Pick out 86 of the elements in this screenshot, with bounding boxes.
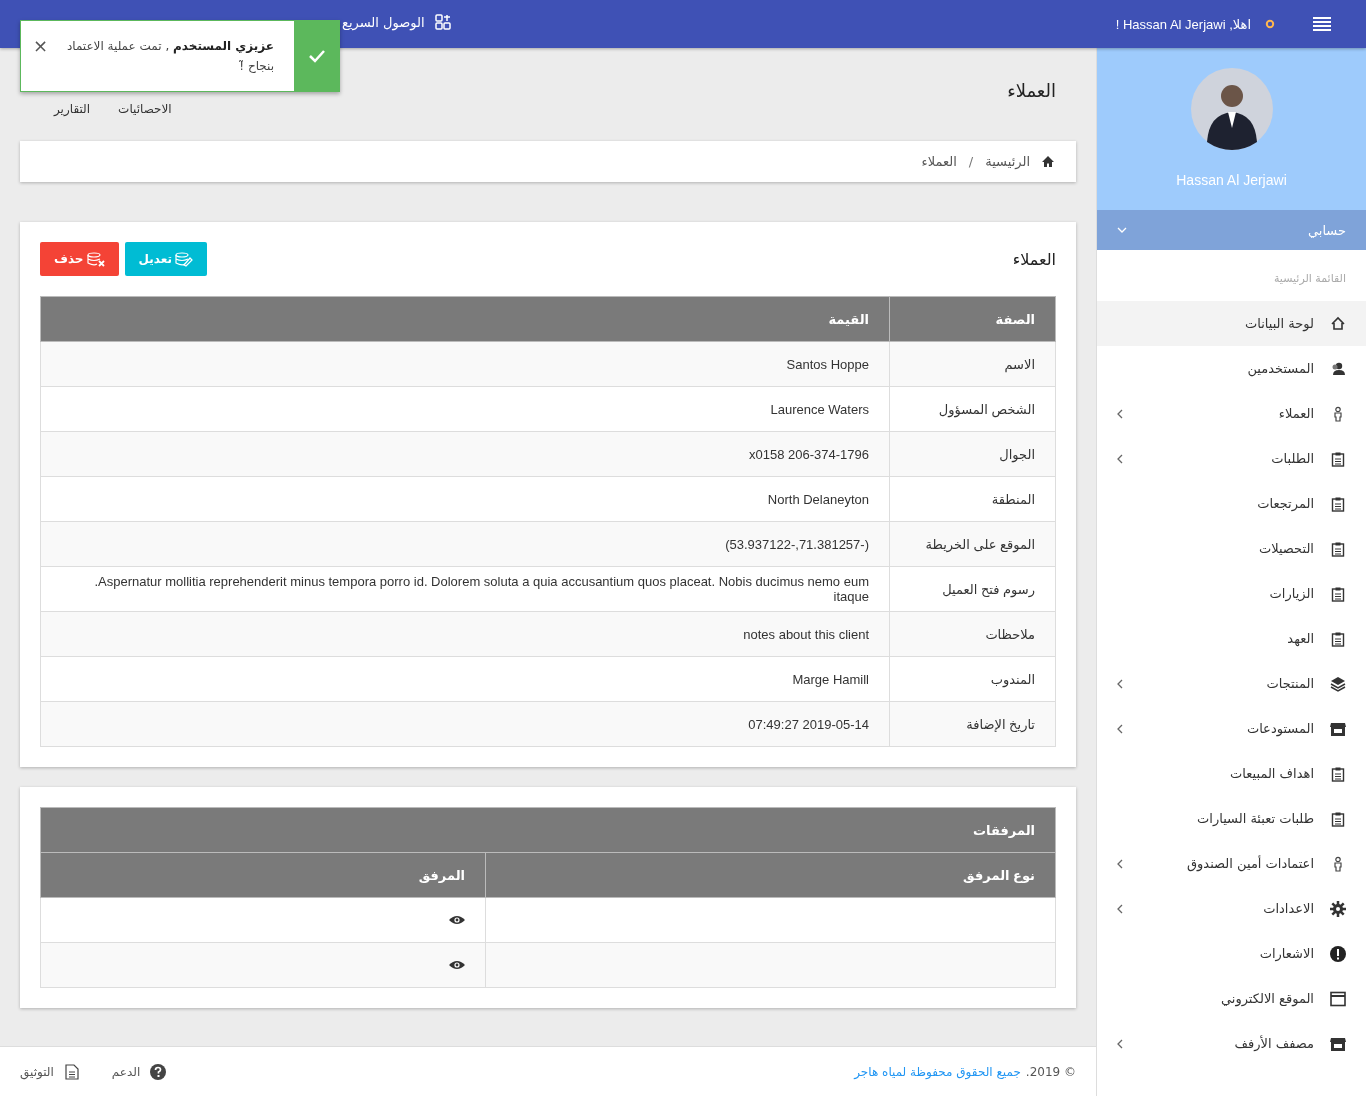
delete-button[interactable]: حذف	[40, 242, 119, 276]
clipboard-icon	[1330, 495, 1346, 512]
home-icon	[1042, 156, 1054, 167]
column-header: القيمة	[40, 296, 890, 342]
sidebar-item[interactable]: العملاء	[1097, 391, 1366, 436]
sidebar-item[interactable]: اعتمادات أمين الصندوق	[1097, 841, 1366, 886]
sidebar-item[interactable]: مصفف الأرفف	[1097, 1021, 1366, 1066]
sidebar-item[interactable]: التحصيلات	[1097, 526, 1366, 571]
table-cell: المنطقة	[889, 476, 1056, 522]
table-cell: الاسم	[889, 341, 1056, 387]
view-button[interactable]	[449, 959, 465, 970]
edit-icon	[174, 251, 193, 267]
tab[interactable]: التقارير	[54, 102, 91, 116]
sidebar-item[interactable]: الزيارات	[1097, 571, 1366, 616]
menu-icon	[1313, 16, 1331, 32]
sidebar-item[interactable]: الموقع الالكتروني	[1097, 976, 1366, 1021]
sidebar-item[interactable]: اهداف المبيعات	[1097, 751, 1366, 796]
clipboard-icon	[1330, 810, 1346, 827]
sidebar-item[interactable]: الاشعارات	[1097, 931, 1366, 976]
clipboard-icon	[1330, 540, 1346, 557]
gear-icon	[1330, 900, 1346, 917]
view-button[interactable]	[449, 914, 465, 925]
table-cell: ملاحظات	[889, 611, 1056, 657]
menu-section-label: القائمة الرئيسية	[1272, 271, 1347, 287]
table-cell: x0158 206-374-1796	[40, 431, 890, 477]
sidebar-item[interactable]: المنتجات	[1097, 661, 1366, 706]
sidebar-item[interactable]: الطلبات	[1097, 436, 1366, 481]
tab[interactable]: الاحصائيات	[118, 102, 172, 116]
table-cell: الشخص المسؤول	[889, 386, 1056, 432]
column-header: نوع المرفق	[485, 852, 1056, 898]
store-icon	[1330, 720, 1346, 737]
copyright-text: © 2019.	[1025, 1064, 1076, 1079]
column-header: المرفق	[40, 852, 486, 898]
delete-icon	[86, 251, 105, 267]
toast-message: عزيزي المستخدم , تمت عملية الاعتماد بنجاح ̃!	[66, 38, 274, 75]
table-title: المرفقات	[40, 807, 1056, 853]
table-cell: تاريخ الإضافة	[889, 701, 1056, 747]
breadcrumb-current: العملاء	[921, 154, 957, 169]
column-header: الصفة	[889, 296, 1056, 342]
table-cell: (53.937122-,71.381257-)	[40, 521, 890, 567]
chevron-down-icon	[1117, 227, 1127, 233]
users-icon	[1330, 360, 1346, 377]
breadcrumb-separator: /	[968, 154, 974, 169]
sidebar-item[interactable]: المستخدمين	[1097, 346, 1366, 391]
table-cell: الجوال	[889, 431, 1056, 477]
sidebar-item[interactable]: طلبات تعبئة السيارات	[1097, 796, 1366, 841]
footer-link[interactable]: الدعم	[111, 1063, 167, 1080]
status-dot-icon	[1265, 19, 1275, 29]
clipboard-icon	[1330, 450, 1346, 467]
quick-access-link[interactable]: الوصول السريع	[342, 14, 451, 30]
document-icon	[63, 1063, 80, 1080]
footer-link[interactable]: التوثيق	[20, 1063, 80, 1080]
alert-icon	[1330, 945, 1346, 962]
table-cell: 07:49:27 2019-05-14	[40, 701, 890, 747]
eye-icon	[449, 914, 465, 925]
clipboard-icon	[1330, 630, 1346, 647]
store-icon	[1330, 1035, 1346, 1052]
card-title: العملاء	[1012, 249, 1056, 269]
table-cell: notes about this client	[40, 611, 890, 657]
home-icon	[1330, 315, 1346, 332]
table-cell: .Aspernatur mollitia reprehenderit minus tempora porro id. Dolorem soluta a quia accusantium quos placeat. Nobis ducimus nemo eum itaque	[40, 566, 890, 612]
page-title: العملاء	[1007, 80, 1057, 101]
table-cell: رسوم فتح العميل	[889, 566, 1056, 612]
greeting-text: اهلا, Hassan Al Jerjawi !	[1115, 16, 1251, 32]
table-cell: Santos Hoppe	[40, 341, 890, 387]
help-icon	[150, 1063, 167, 1080]
grid-icon	[434, 14, 451, 30]
layers-icon	[1330, 675, 1346, 692]
sidebar-item[interactable]: المرتجعات	[1097, 481, 1366, 526]
close-button[interactable]: ×	[21, 35, 61, 56]
sidebar-item[interactable]: لوحة البيانات	[1097, 301, 1366, 346]
browser-icon	[1330, 990, 1346, 1007]
sidebar-item[interactable]: المستودعات	[1097, 706, 1366, 751]
table-cell: Marge Hamill	[40, 656, 890, 702]
user-name: Hassan Al Jerjawi	[1176, 172, 1287, 188]
clipboard-icon	[1330, 585, 1346, 602]
sidebar-item[interactable]: العهد	[1097, 616, 1366, 661]
eye-icon	[449, 959, 465, 970]
table-cell: المندوب	[889, 656, 1056, 702]
table-cell: الموقع على الخريطة	[889, 521, 1056, 567]
clipboard-icon	[1330, 765, 1346, 782]
table-cell: North Delaneyton	[40, 476, 890, 522]
breadcrumb-link[interactable]: الرئيسية	[985, 154, 1030, 169]
sidebar-item[interactable]: الاعدادات	[1097, 886, 1366, 931]
check-icon	[308, 49, 325, 63]
table-cell: Laurence Waters	[40, 386, 890, 432]
